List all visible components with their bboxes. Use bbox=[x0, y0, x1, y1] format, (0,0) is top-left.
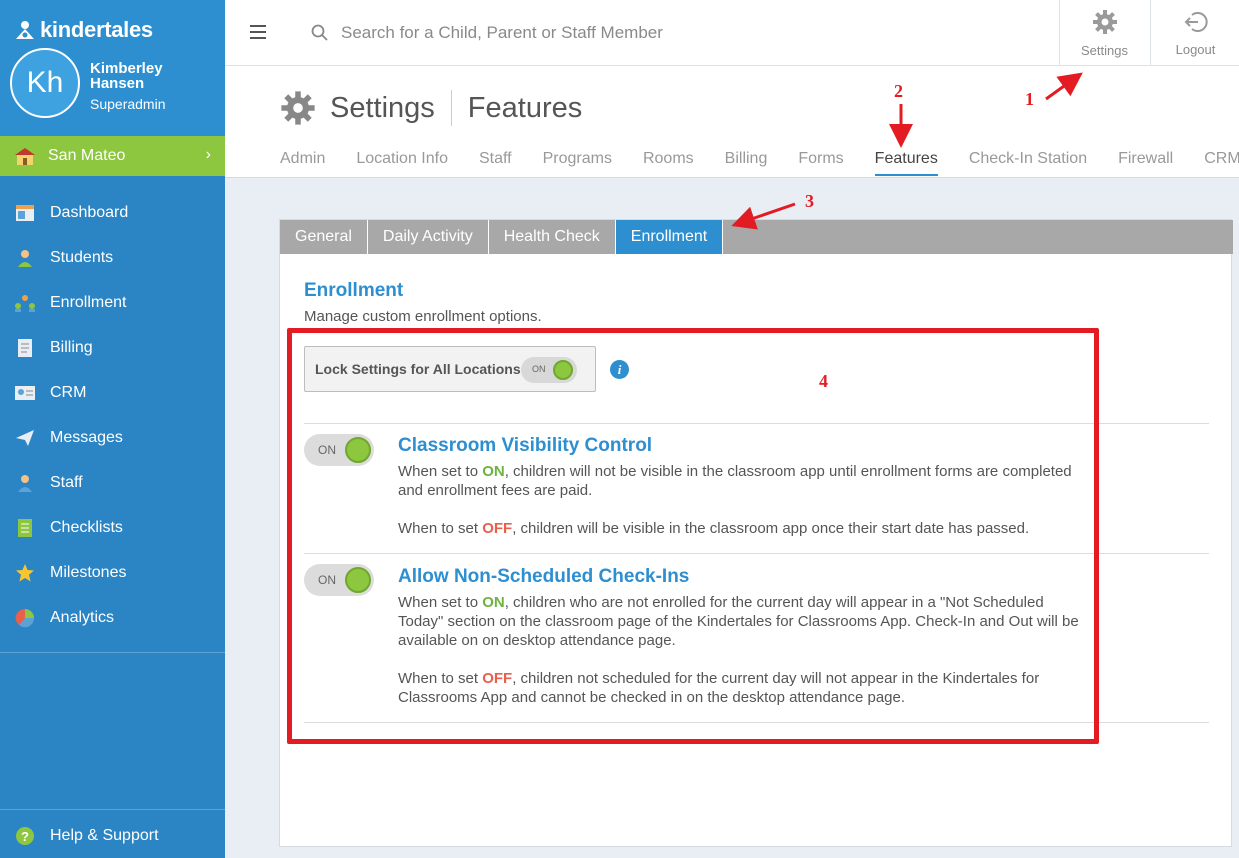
arrow-1 bbox=[1045, 72, 1083, 101]
annotation-arrows bbox=[731, 72, 1083, 230]
arrow-3 bbox=[731, 202, 796, 230]
